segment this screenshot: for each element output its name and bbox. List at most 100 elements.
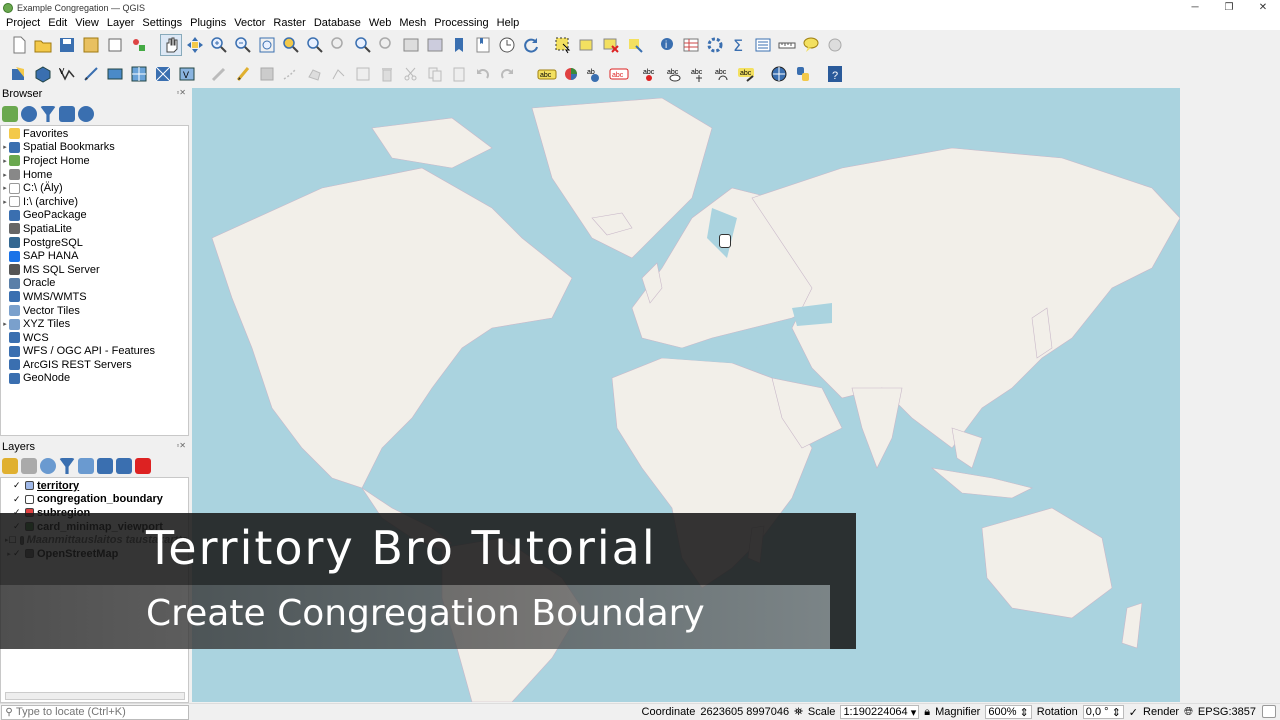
menu-settings[interactable]: Settings	[138, 17, 186, 29]
copy-features-icon[interactable]	[424, 63, 446, 85]
zoom-next-icon[interactable]	[376, 34, 398, 56]
browser-item[interactable]: ▸ I:\ (archive)	[1, 195, 188, 209]
layer-visibility-checkbox[interactable]: ✓	[13, 494, 22, 505]
refresh-icon[interactable]	[520, 34, 542, 56]
select-location-icon[interactable]	[624, 34, 646, 56]
menu-plugins[interactable]: Plugins	[186, 17, 230, 29]
menu-layer[interactable]: Layer	[103, 17, 139, 29]
browser-item[interactable]: SpatiaLite	[1, 222, 188, 236]
menu-web[interactable]: Web	[365, 17, 395, 29]
show-unplaced-labels-icon[interactable]: abc	[608, 63, 630, 85]
select-features-icon[interactable]	[552, 34, 574, 56]
zoom-in-icon[interactable]	[208, 34, 230, 56]
horizontal-scrollbar[interactable]	[5, 692, 185, 700]
rotation-spinbox[interactable]: 0,0 ° ⇕	[1082, 705, 1124, 719]
python-console-icon[interactable]	[792, 63, 814, 85]
temporal-controller-icon[interactable]	[496, 34, 518, 56]
menu-view[interactable]: View	[71, 17, 103, 29]
extents-toggle-icon[interactable]: ⛯	[794, 706, 803, 719]
zoom-out-icon[interactable]	[232, 34, 254, 56]
open-project-icon[interactable]	[32, 34, 54, 56]
zoom-full-icon[interactable]	[256, 34, 278, 56]
digitize-polygon-icon[interactable]	[304, 63, 326, 85]
menu-processing[interactable]: Processing	[430, 17, 492, 29]
add-vector-layer-icon[interactable]: V	[56, 63, 78, 85]
new-bookmark-icon[interactable]	[448, 34, 470, 56]
browser-item[interactable]: ▸ Home	[1, 168, 188, 182]
browser-item[interactable]: Favorites	[1, 127, 188, 141]
restore-button[interactable]: ❐	[1212, 0, 1246, 15]
add-raster-layer-icon[interactable]	[128, 63, 150, 85]
browser-item[interactable]: GeoNode	[1, 372, 188, 386]
coordinate-value[interactable]: 2623605 8997046	[700, 706, 789, 718]
toggle-editing-icon[interactable]	[232, 63, 254, 85]
filter-legend-icon[interactable]	[59, 458, 75, 474]
browser-item[interactable]: ▸ XYZ Tiles	[1, 317, 188, 331]
browser-item[interactable]: ArcGIS REST Servers	[1, 358, 188, 372]
magnifier-spinbox[interactable]: 600% ⇕	[985, 705, 1032, 719]
expand-arrow-icon[interactable]: ▸	[1, 320, 9, 328]
panel-close-icon[interactable]: ▫✕	[176, 88, 186, 97]
show-bookmarks-icon[interactable]	[472, 34, 494, 56]
filter-browser-icon[interactable]	[40, 106, 56, 122]
close-window-button[interactable]: ✕	[1246, 0, 1280, 15]
undo-icon[interactable]	[472, 63, 494, 85]
save-edits-icon[interactable]	[256, 63, 278, 85]
current-edits-icon[interactable]	[208, 63, 230, 85]
expand-arrow-icon[interactable]: ▸	[1, 157, 9, 165]
locator-input[interactable]	[16, 706, 186, 718]
add-selected-layers-icon[interactable]	[2, 106, 18, 122]
layer-diagram-icon[interactable]	[560, 63, 582, 85]
move-label-icon[interactable]: abc	[688, 63, 710, 85]
menu-mesh[interactable]: Mesh	[395, 17, 430, 29]
highlight-pinned-labels-icon[interactable]: ab	[584, 63, 606, 85]
menu-project[interactable]: Project	[2, 17, 44, 29]
remove-layer-icon[interactable]	[135, 458, 151, 474]
add-group-icon[interactable]	[21, 458, 37, 474]
browser-item[interactable]: ▸ C:\ (Äly)	[1, 181, 188, 195]
add-virtual-layer-icon[interactable]: V	[176, 63, 198, 85]
browser-item[interactable]: WCS	[1, 331, 188, 345]
data-source-manager-icon[interactable]	[8, 63, 30, 85]
expand-arrow-icon[interactable]: ▸	[1, 184, 9, 192]
change-label-icon[interactable]: abc	[736, 63, 758, 85]
locator-box[interactable]: ⚲	[1, 704, 189, 720]
browser-item[interactable]: ▸ Spatial Bookmarks	[1, 141, 188, 155]
save-project-icon[interactable]	[56, 34, 78, 56]
rotate-label-icon[interactable]: abc	[712, 63, 734, 85]
attribute-table-icon[interactable]	[680, 34, 702, 56]
pin-labels-icon[interactable]: abc	[640, 63, 662, 85]
save-as-icon[interactable]	[80, 34, 102, 56]
scale-select[interactable]: 1:190224064 ▾	[840, 705, 920, 719]
layer-visibility-checkbox[interactable]: ✓	[13, 480, 22, 491]
filter-by-expression-icon[interactable]	[78, 458, 94, 474]
modify-attributes-icon[interactable]	[352, 63, 374, 85]
add-mesh-layer-icon[interactable]	[152, 63, 174, 85]
delete-selected-icon[interactable]	[376, 63, 398, 85]
pan-hand-icon[interactable]	[160, 33, 182, 56]
properties-info-icon[interactable]	[78, 106, 94, 122]
minimize-button[interactable]: ─	[1178, 0, 1212, 15]
processing-toolbox-icon[interactable]	[704, 34, 726, 56]
map-tips-icon[interactable]	[800, 34, 822, 56]
render-checkbox[interactable]: ✓	[1129, 706, 1138, 719]
deselect-features-icon[interactable]	[600, 34, 622, 56]
messages-icon[interactable]	[1262, 705, 1276, 718]
expand-arrow-icon[interactable]: ▸	[1, 171, 9, 179]
browser-item[interactable]: GeoPackage	[1, 209, 188, 223]
identify-features-icon[interactable]: i	[656, 34, 678, 56]
zoom-native-icon[interactable]	[328, 34, 350, 56]
style-manager-icon[interactable]	[128, 34, 150, 56]
browser-item[interactable]: WFS / OGC API - Features	[1, 345, 188, 359]
print-layout-icon[interactable]	[104, 34, 126, 56]
browser-item[interactable]: ▸ Project Home	[1, 154, 188, 168]
manage-map-themes-icon[interactable]	[40, 458, 56, 474]
quickmapservices-icon[interactable]	[768, 63, 790, 85]
menu-database[interactable]: Database	[310, 17, 365, 29]
menu-vector[interactable]: Vector	[230, 17, 269, 29]
expand-all-icon[interactable]	[97, 458, 113, 474]
panel-close-icon[interactable]: ▫✕	[176, 441, 186, 450]
pan-to-selection-icon[interactable]	[184, 34, 206, 56]
new-project-icon[interactable]	[8, 34, 30, 56]
layer-row[interactable]: ✓ territory	[5, 479, 188, 493]
